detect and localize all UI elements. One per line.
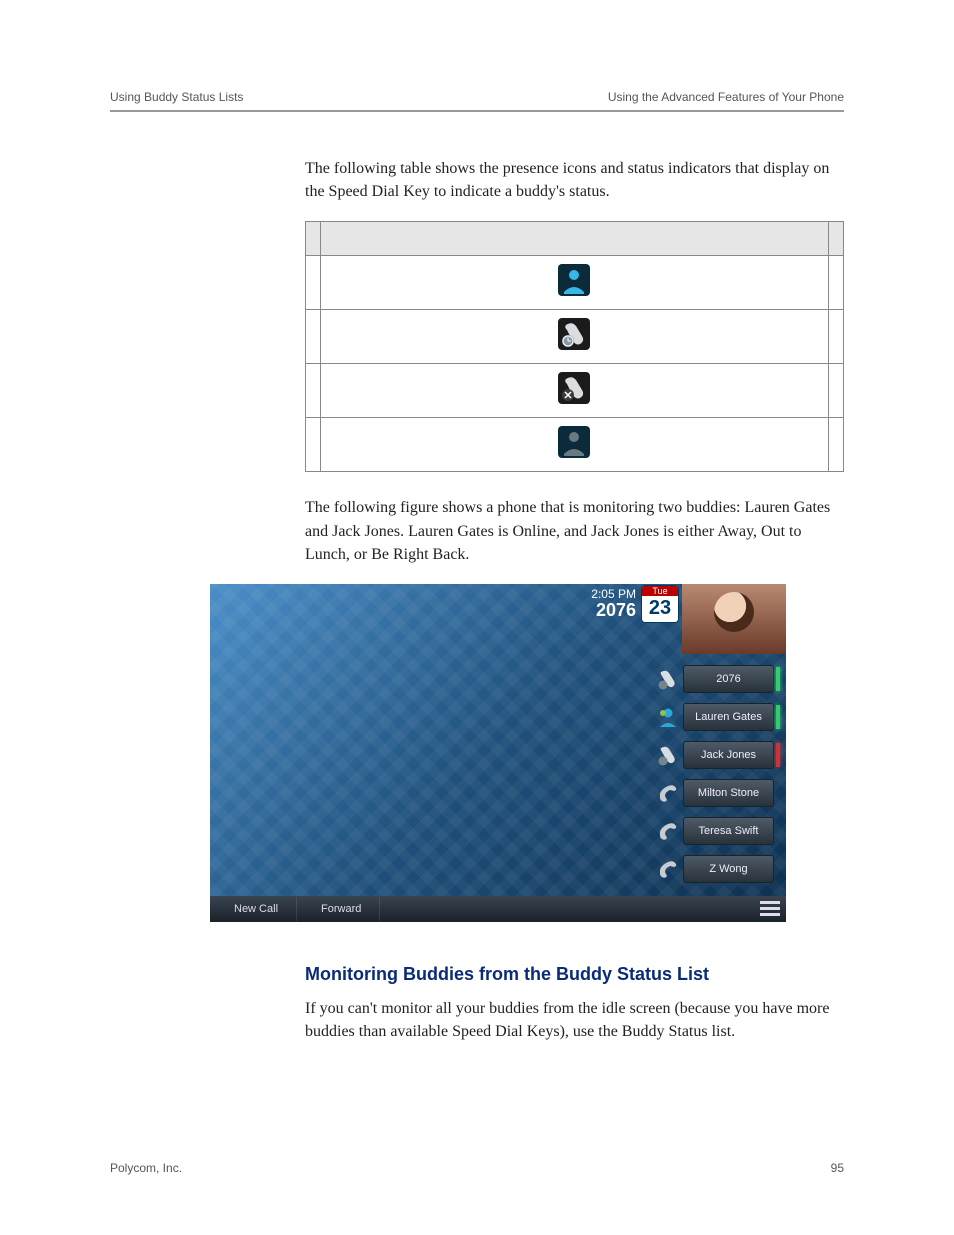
table-row <box>306 256 844 310</box>
section-heading: Monitoring Buddies from the Buddy Status… <box>305 964 844 985</box>
speed-dial-label: 2076 <box>683 665 774 693</box>
header-left: Using Buddy Status Lists <box>110 90 243 104</box>
speed-dial-key[interactable]: Teresa Swift <box>656 816 780 846</box>
presence-away-icon <box>558 318 590 350</box>
table-header-col3 <box>828 222 843 256</box>
handset-icon <box>656 781 680 805</box>
presence-dnd-icon <box>558 372 590 404</box>
avatar <box>682 584 786 654</box>
table-header-col1 <box>306 222 321 256</box>
phone-extension: 2076 <box>591 601 636 620</box>
handset-icon <box>656 857 680 881</box>
status-indicator-none <box>776 857 780 881</box>
speed-dial-key[interactable]: Z Wong <box>656 854 780 884</box>
softkey-forward[interactable]: Forward <box>303 897 380 921</box>
speed-dial-key[interactable]: 2076 <box>656 664 780 694</box>
status-indicator-red <box>776 743 780 767</box>
calendar-dom: 23 <box>642 596 678 620</box>
speed-dial-key[interactable]: Lauren Gates <box>656 702 780 732</box>
main-content: The following table shows the presence i… <box>305 157 844 1043</box>
softkey-new-call[interactable]: New Call <box>216 897 297 921</box>
handset-icon <box>656 819 680 843</box>
footer-right: 95 <box>831 1161 844 1175</box>
page-header: Using Buddy Status Lists Using the Advan… <box>110 90 844 112</box>
speed-dial-label: Lauren Gates <box>683 703 774 731</box>
phone-away-icon <box>656 667 680 691</box>
table-header-col2 <box>321 222 828 256</box>
status-indicator-green <box>776 705 780 729</box>
softkey-bar: New Call Forward <box>210 896 786 922</box>
intro-paragraph-2: The following figure shows a phone that … <box>305 496 844 566</box>
intro-paragraph-1: The following table shows the presence i… <box>305 157 844 203</box>
phone-away-icon <box>656 743 680 767</box>
status-indicator-none <box>776 781 780 805</box>
speed-dial-label: Jack Jones <box>683 741 774 769</box>
menu-icon[interactable] <box>760 901 780 917</box>
status-indicator-green <box>776 667 780 691</box>
page-footer: Polycom, Inc. 95 <box>110 1161 844 1175</box>
phone-time: 2:05 PM <box>591 588 636 601</box>
phone-screenshot: 2:05 PM 2076 Tue 23 2076 Lauren Gates <box>210 584 786 922</box>
presence-online-icon <box>558 264 590 296</box>
presence-offline-icon <box>558 426 590 458</box>
table-row <box>306 418 844 472</box>
speed-dial-key[interactable]: Jack Jones <box>656 740 780 770</box>
calendar-badge: Tue 23 <box>642 586 678 622</box>
presence-online-icon <box>656 705 680 729</box>
speed-dial-label: Milton Stone <box>683 779 774 807</box>
speed-dial-key[interactable]: Milton Stone <box>656 778 780 808</box>
section-body: If you can't monitor all your buddies fr… <box>305 997 844 1043</box>
header-right: Using the Advanced Features of Your Phon… <box>608 90 844 104</box>
status-indicator-none <box>776 819 780 843</box>
speed-dial-label: Teresa Swift <box>683 817 774 845</box>
calendar-dow: Tue <box>642 586 678 596</box>
speed-dial-label: Z Wong <box>683 855 774 883</box>
table-row <box>306 364 844 418</box>
table-row <box>306 310 844 364</box>
footer-left: Polycom, Inc. <box>110 1161 182 1175</box>
phone-top-info: 2:05 PM 2076 <box>591 588 636 619</box>
presence-icon-table <box>305 221 844 472</box>
speed-dial-keys: 2076 Lauren Gates Jack Jones <box>656 664 780 892</box>
